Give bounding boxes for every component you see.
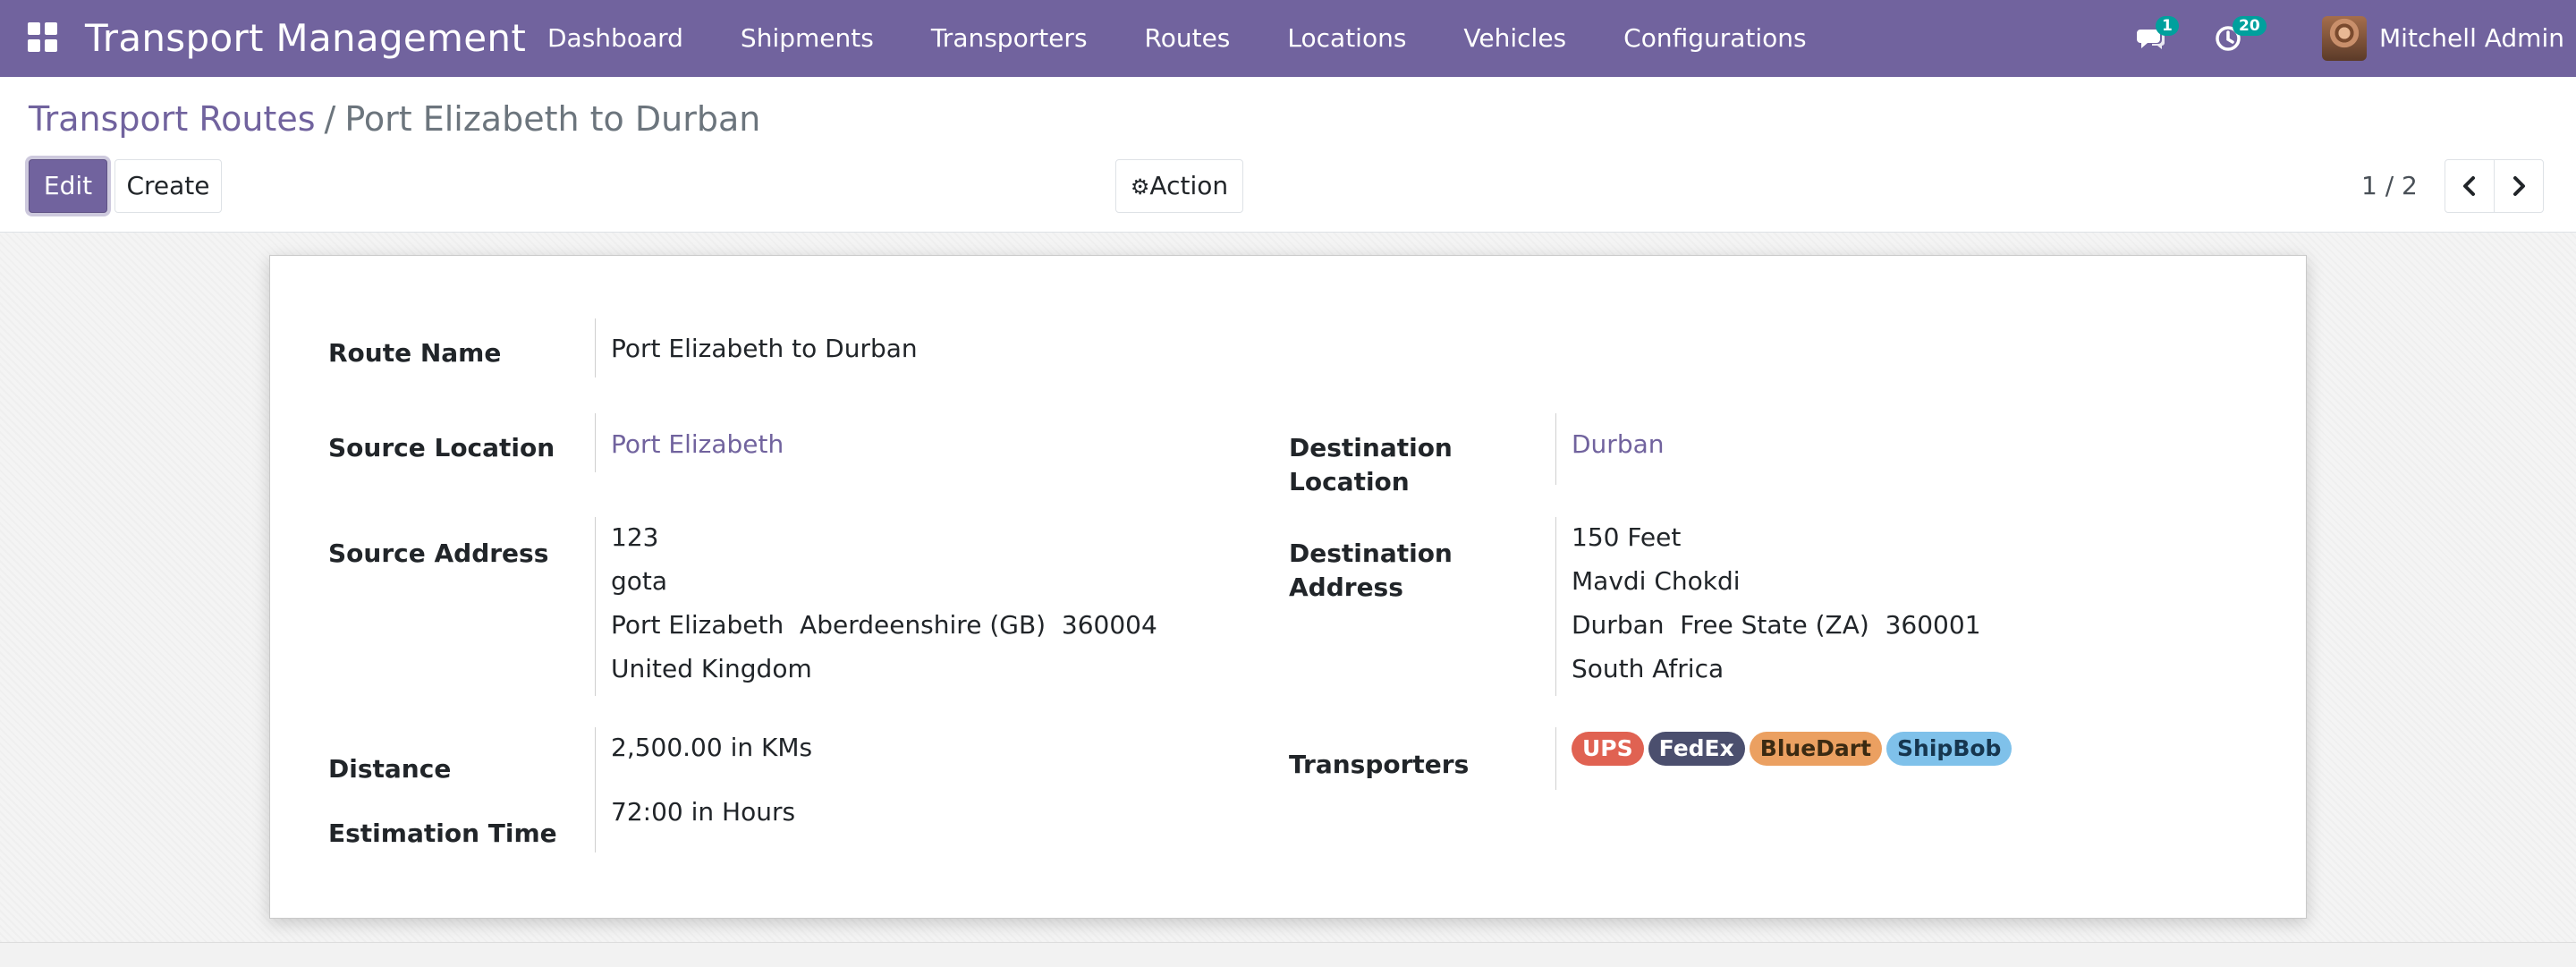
destination-address-label: Destination Address	[1289, 537, 1453, 605]
field-divider	[595, 318, 596, 377]
distance-value: 2,500.00 in KMs	[611, 733, 813, 762]
transporter-tag-fedex[interactable]: FedEx	[1648, 732, 1745, 766]
transporter-tag-bluedart[interactable]: BlueDart	[1749, 732, 1883, 766]
menu-item-routes[interactable]: Routes	[1116, 0, 1259, 77]
messages-icon[interactable]: 1	[2136, 16, 2179, 54]
source-location-label: Source Location	[328, 433, 555, 462]
chevron-right-icon	[2513, 176, 2525, 196]
transporters-label: Transporters	[1289, 750, 1470, 779]
field-divider	[595, 790, 596, 852]
destination-address-line: 150 Feet	[1572, 522, 1682, 552]
field-divider	[595, 413, 596, 472]
menu-item-shipments[interactable]: Shipments	[712, 0, 902, 77]
estimation-time-label: Estimation Time	[328, 819, 557, 848]
source-address-line: United Kingdom	[611, 654, 812, 683]
apps-menu-icon[interactable]	[28, 22, 58, 53]
source-address-line: gota	[611, 566, 668, 596]
destination-address-line: Durban Free State (ZA) 360001	[1572, 610, 1981, 640]
breadcrumb: Transport Routes / Port Elizabeth to Durba…	[29, 97, 760, 141]
field-divider	[595, 517, 596, 696]
destination-location-link[interactable]: Durban	[1572, 422, 1665, 466]
source-location-link[interactable]: Port Elizabeth	[611, 422, 784, 466]
field-divider	[595, 727, 596, 790]
field-divider	[1555, 727, 1556, 790]
form-view-background: Route Name Port Elizabeth to Durban Sour…	[0, 233, 2576, 942]
user-avatar[interactable]	[2322, 16, 2367, 61]
activities-count-badge: 20	[2233, 16, 2267, 36]
breadcrumb-separator: /	[324, 99, 336, 139]
menu-item-vehicles[interactable]: Vehicles	[1435, 0, 1595, 77]
destination-location-label-line2: Location	[1289, 467, 1410, 496]
action-button-label: Action	[1149, 171, 1229, 200]
chevron-left-icon	[2463, 176, 2475, 196]
menu-item-configurations[interactable]: Configurations	[1595, 0, 1835, 77]
route-name-value: Port Elizabeth to Durban	[611, 334, 918, 363]
source-address-line: Port Elizabeth Aberdeenshire (GB) 360004	[611, 610, 1157, 640]
distance-label: Distance	[328, 754, 452, 784]
pager-previous-button[interactable]	[2445, 159, 2495, 213]
destination-address-value: 150 Feet Mavdi Chokdi Durban Free State …	[1572, 515, 1981, 691]
destination-address-line: South Africa	[1572, 654, 1724, 683]
control-panel: Transport Routes / Port Elizabeth to Durba…	[0, 77, 2576, 233]
action-dropdown-button[interactable]: ⚙Action	[1115, 159, 1243, 213]
bottom-scroll-area	[0, 942, 2576, 967]
breadcrumb-current: Port Elizabeth to Durban	[344, 99, 761, 139]
app-title[interactable]: Transport Management	[85, 0, 526, 77]
gear-icon: ⚙	[1130, 174, 1150, 199]
field-divider	[1555, 517, 1556, 696]
transporter-tag-ups[interactable]: UPS	[1572, 732, 1644, 766]
top-navbar: Transport Management Dashboard Shipments…	[0, 0, 2576, 77]
route-name-label: Route Name	[328, 338, 502, 368]
destination-location-label-line1: Destination	[1289, 433, 1453, 462]
menu-item-locations[interactable]: Locations	[1258, 0, 1435, 77]
form-sheet: Route Name Port Elizabeth to Durban Sour…	[269, 255, 2307, 919]
edit-button[interactable]: Edit	[29, 159, 107, 213]
transporters-tags: UPS FedEx BlueDart ShipBob	[1572, 732, 2016, 766]
pager-next-button[interactable]	[2494, 159, 2544, 213]
create-button[interactable]: Create	[114, 159, 222, 213]
estimation-time-value: 72:00 in Hours	[611, 797, 796, 827]
breadcrumb-parent-link[interactable]: Transport Routes	[29, 99, 316, 139]
messages-count-badge: 1	[2156, 16, 2179, 36]
pager-value[interactable]: 1 / 2	[2361, 159, 2418, 213]
destination-address-label-line1: Destination	[1289, 539, 1453, 568]
source-address-value: 123 gota Port Elizabeth Aberdeenshire (G…	[611, 515, 1157, 691]
destination-address-label-line2: Address	[1289, 573, 1403, 602]
user-menu-name[interactable]: Mitchell Admin	[2379, 0, 2564, 77]
main-menu: Dashboard Shipments Transporters Routes …	[519, 0, 1835, 77]
menu-item-dashboard[interactable]: Dashboard	[519, 0, 712, 77]
menu-item-transporters[interactable]: Transporters	[902, 0, 1116, 77]
source-address-line: 123	[611, 522, 659, 552]
activities-clock-icon[interactable]: 20	[2213, 16, 2267, 54]
destination-location-label: Destination Location	[1289, 431, 1453, 499]
destination-address-line: Mavdi Chokdi	[1572, 566, 1741, 596]
source-address-label: Source Address	[328, 539, 549, 568]
field-divider	[1555, 413, 1556, 485]
transporter-tag-shipbob[interactable]: ShipBob	[1886, 732, 2012, 766]
